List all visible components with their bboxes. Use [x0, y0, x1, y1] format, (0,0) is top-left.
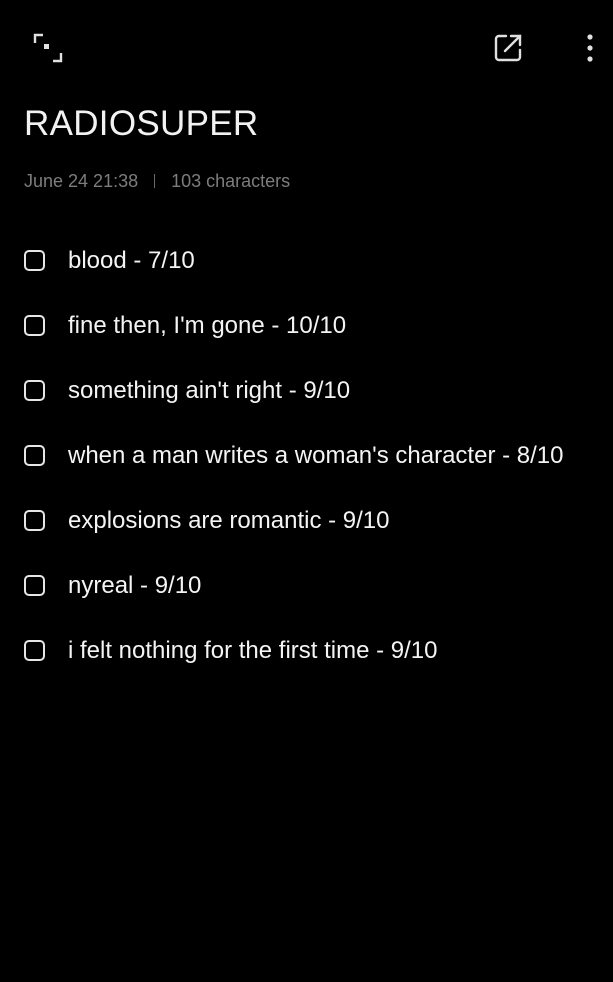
more-vertical-icon[interactable]: [568, 24, 612, 72]
checklist-item-text[interactable]: i felt nothing for the first time - 9/10: [68, 636, 438, 666]
checklist-item: explosions are romantic - 9/10: [0, 490, 613, 555]
checkbox[interactable]: [24, 575, 45, 596]
checklist: blood - 7/10 fine then, I'm gone - 10/10…: [0, 230, 613, 685]
checkbox[interactable]: [24, 250, 45, 271]
checklist-item: something ain't right - 9/10: [0, 360, 613, 425]
note-meta: June 24 21:38 103 characters: [24, 170, 290, 192]
checklist-item-text[interactable]: when a man writes a woman's character - …: [68, 441, 563, 471]
checkbox[interactable]: [24, 315, 45, 336]
checkbox[interactable]: [24, 445, 45, 466]
note-date: June 24 21:38: [24, 170, 139, 191]
checklist-item-text[interactable]: nyreal - 9/10: [68, 571, 201, 601]
meta-divider: [154, 174, 156, 188]
character-count: 103 characters: [171, 170, 291, 191]
top-toolbar: [0, 0, 613, 96]
note-title[interactable]: RADIOSUPER: [24, 102, 258, 146]
checklist-item: blood - 7/10: [0, 230, 613, 295]
checkbox[interactable]: [24, 640, 45, 661]
checklist-item-text[interactable]: explosions are romantic - 9/10: [68, 506, 390, 536]
checklist-item-text[interactable]: blood - 7/10: [68, 246, 195, 276]
checklist-item: when a man writes a woman's character - …: [0, 425, 613, 490]
checkbox[interactable]: [24, 380, 45, 401]
checklist-item: nyreal - 9/10: [0, 555, 613, 620]
focus-frame-icon[interactable]: [24, 24, 72, 72]
checklist-item-text[interactable]: fine then, I'm gone - 10/10: [68, 311, 346, 341]
checkbox[interactable]: [24, 510, 45, 531]
checklist-item-text[interactable]: something ain't right - 9/10: [68, 376, 350, 406]
checklist-item: i felt nothing for the first time - 9/10: [0, 620, 613, 685]
share-external-icon[interactable]: [484, 24, 532, 72]
checklist-item: fine then, I'm gone - 10/10: [0, 295, 613, 360]
